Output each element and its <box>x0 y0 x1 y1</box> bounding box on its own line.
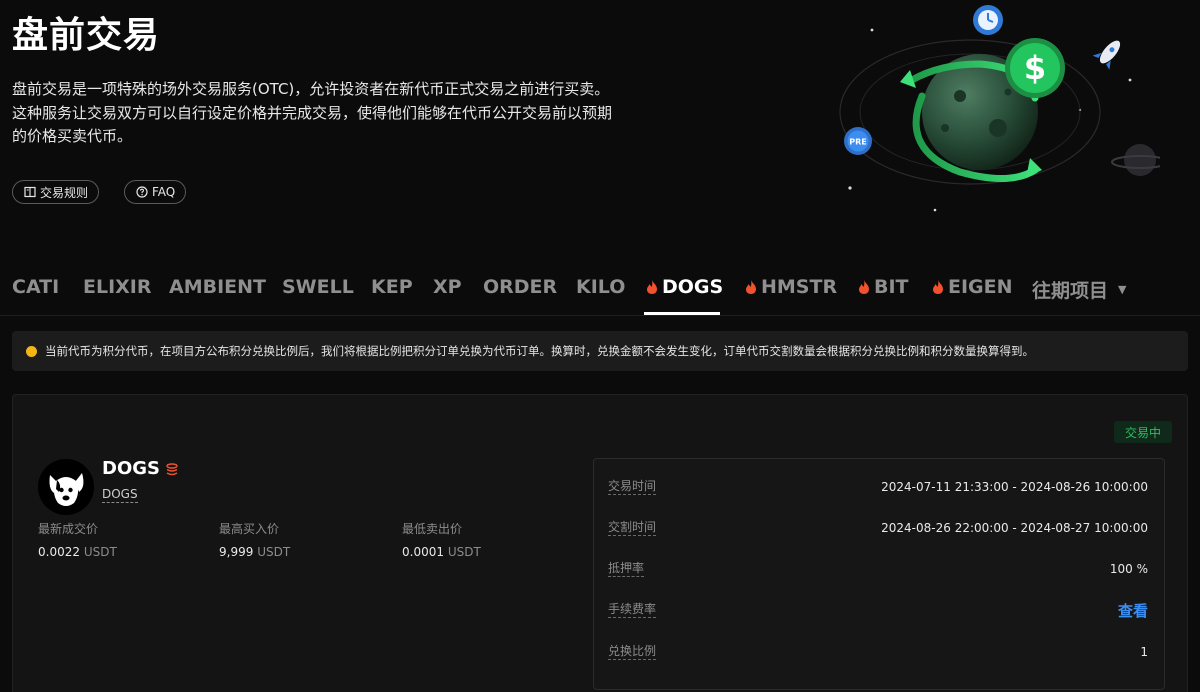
small-planet <box>1124 144 1156 176</box>
info-key: 手续费率 <box>608 602 657 618</box>
info-value: 2024-07-11 21:33:00 - 2024-08-26 10:00:0… <box>881 480 1148 494</box>
crater <box>989 119 1007 137</box>
fire-icon <box>646 279 658 295</box>
tab-label: ORDER <box>483 276 558 298</box>
info-value: 1 <box>1140 645 1148 659</box>
fire-icon <box>745 279 757 295</box>
stat-value: 9,999 USDT <box>219 545 291 559</box>
rocket-icon <box>1092 40 1121 70</box>
book-icon <box>23 186 36 199</box>
tab-kilo[interactable]: KILO <box>576 276 625 298</box>
stat-lowest-ask: 最低卖出价 0.0001 USDT <box>402 520 481 559</box>
stat-label: 最高买入价 <box>219 522 280 536</box>
tab-label: EIGEN <box>948 276 1013 298</box>
trade-info-panel: 交易时间 2024-07-11 21:33:00 - 2024-08-26 10… <box>593 458 1165 690</box>
tab-kep[interactable]: KEP <box>371 276 413 298</box>
pre-market-planet-illustration: $ PRE <box>839 5 1160 212</box>
star <box>870 28 874 32</box>
info-value: 2024-08-26 22:00:00 - 2024-08-27 10:00:0… <box>881 521 1148 535</box>
info-key: 兑换比例 <box>608 644 657 660</box>
dogs-logo-icon <box>38 459 94 515</box>
tab-label: BIT <box>874 276 909 298</box>
tab-past-projects-dropdown[interactable]: 往期项目 ▼ <box>1032 276 1126 303</box>
status-badge: 交易中 <box>1114 421 1172 443</box>
tab-ambient[interactable]: AMBIENT <box>169 276 266 298</box>
notice-text: 当前代币为积分代币，在项目方公布积分兑换比例后，我们将根据比例把积分订单兑换为代… <box>45 344 1034 358</box>
info-key: 交割时间 <box>608 520 657 536</box>
tab-label: ELIXIR <box>83 276 152 298</box>
fire-icon <box>858 279 870 295</box>
info-key: 抵押率 <box>608 561 645 577</box>
stat-label: 最新成交价 <box>38 522 99 536</box>
faq-button[interactable]: FAQ <box>124 180 187 204</box>
tab-elixir[interactable]: ELIXIR <box>83 276 152 298</box>
stat-latest-price: 最新成交价 0.0022 USDT <box>38 520 117 559</box>
star <box>933 208 937 212</box>
info-row-collateral-ratio: 抵押率 100 % <box>608 559 1148 579</box>
points-token-notice: 当前代币为积分代币，在项目方公布积分兑换比例后，我们将根据比例把积分订单兑换为代… <box>12 331 1188 371</box>
page-title: 盘前交易 <box>12 15 161 56</box>
tab-label: DOGS <box>662 276 724 298</box>
page-description: 盘前交易是一项特殊的场外交易服务(OTC)，允许投资者在新代币正式交易之前进行买… <box>12 80 613 145</box>
tab-label: SWELL <box>282 276 354 298</box>
trading-rules-button[interactable]: 交易规则 <box>12 180 100 204</box>
tab-label: AMBIENT <box>169 276 267 298</box>
info-key: 交易时间 <box>608 479 657 495</box>
token-name: DOGS <box>102 458 160 479</box>
question-circle-icon <box>135 186 148 199</box>
tab-order[interactable]: ORDER <box>483 276 557 298</box>
crater <box>1004 88 1012 96</box>
fire-icon <box>932 279 944 295</box>
tab-label: HMSTR <box>761 276 838 298</box>
tab-bit[interactable]: BIT <box>858 276 909 298</box>
token-symbol-link[interactable]: DOGS <box>102 487 138 503</box>
info-value: 100 % <box>1109 562 1148 576</box>
info-row-exchange-ratio: 兑换比例 1 <box>608 642 1148 662</box>
tab-swell[interactable]: SWELL <box>282 276 354 298</box>
view-fee-link[interactable]: 查看 <box>1118 600 1148 621</box>
stat-value: 0.0022 USDT <box>38 545 117 559</box>
crater <box>941 124 949 132</box>
stat-highest-bid: 最高买入价 9,999 USDT <box>219 520 290 559</box>
info-row-trading-time: 交易时间 2024-07-11 21:33:00 - 2024-08-26 10… <box>608 477 1148 497</box>
info-row-fee-rate: 手续费率 查看 <box>608 600 1148 620</box>
tab-label: KEP <box>371 276 413 298</box>
tab-label: KILO <box>576 276 626 298</box>
tab-label: 往期项目 <box>1032 280 1109 302</box>
stack-coins-icon <box>165 461 179 479</box>
tab-eigen[interactable]: EIGEN <box>932 276 1013 298</box>
tab-cati[interactable]: CATI <box>12 276 59 298</box>
crater <box>954 90 966 102</box>
caret-down-icon: ▼ <box>1118 283 1127 296</box>
trading-rules-label: 交易规则 <box>40 185 89 200</box>
tab-label: XP <box>433 276 462 298</box>
info-row-delivery-time: 交割时间 2024-08-26 22:00:00 - 2024-08-27 10… <box>608 518 1148 538</box>
faq-label: FAQ <box>152 185 176 199</box>
tab-xp[interactable]: XP <box>433 276 462 298</box>
star <box>848 186 852 190</box>
project-tabs: CATI ELIXIR AMBIENT SWELL KEP XP ORDER K… <box>0 258 1200 316</box>
warning-dot-icon <box>26 345 37 357</box>
hero-banner: 盘前交易 盘前交易是一项特殊的场外交易服务(OTC)，允许投资者在新代币正式交易… <box>0 0 1200 258</box>
tab-label: CATI <box>12 276 60 298</box>
tab-hmstr[interactable]: HMSTR <box>745 276 837 298</box>
stat-label: 最低卖出价 <box>402 522 463 536</box>
pre-badge-text: PRE <box>849 138 867 147</box>
star <box>1128 78 1132 82</box>
stat-value: 0.0001 USDT <box>402 545 481 559</box>
token-market-card: 交易中 DOGS DOGS 最新成交价 0.0022 USDT 最高买入价 9,… <box>12 394 1188 692</box>
active-tab-indicator <box>644 312 720 315</box>
tab-dogs[interactable]: DOGS <box>646 276 723 298</box>
dollar-symbol: $ <box>1024 49 1046 87</box>
